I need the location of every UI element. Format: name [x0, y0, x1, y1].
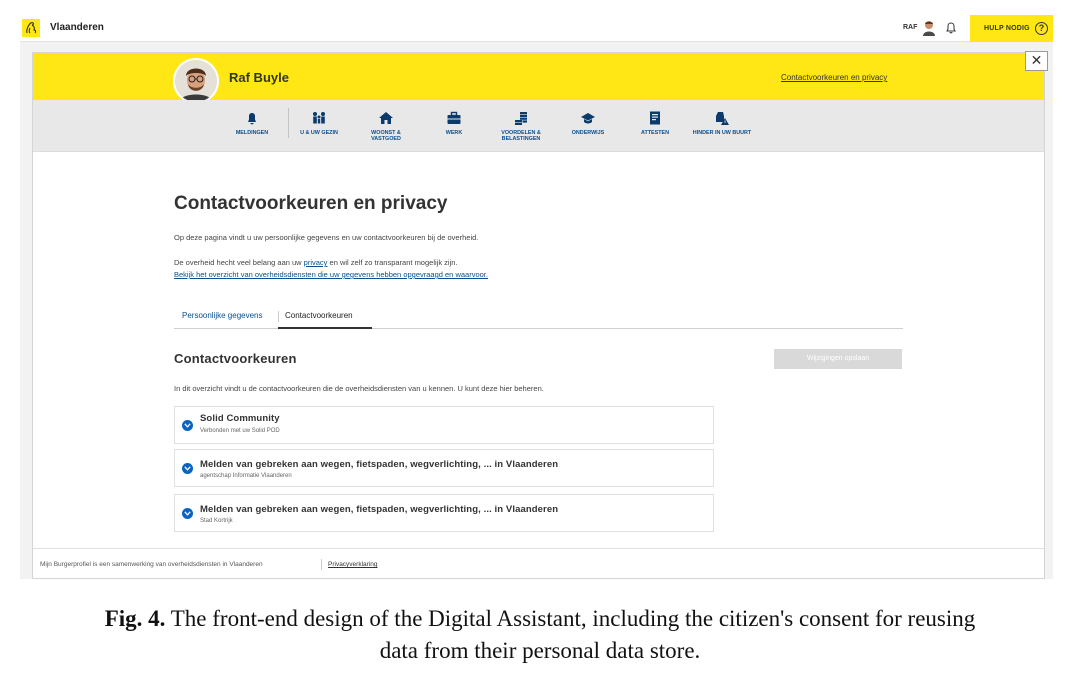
- nav-label: U & UW GEZIN: [300, 130, 338, 136]
- nav-item-werk[interactable]: WERK: [424, 110, 484, 136]
- intro-text: Op deze pagina vindt u uw persoonlijke g…: [174, 233, 479, 242]
- page-footer: Mijn Burgerprofiel is een samenwerking v…: [33, 548, 1044, 578]
- nav-item-gezin[interactable]: U & UW GEZIN: [289, 110, 349, 136]
- tab-bar: Persoonlijke gegevens Contactvoorkeuren: [174, 311, 903, 329]
- nav-item-onderwijs[interactable]: ONDERWIJS: [558, 110, 618, 136]
- category-nav: MELDINGEN U & UW GEZIN WOONST & VASTGOED: [33, 100, 1044, 152]
- preference-subtitle: agentschap Informatie Vlaanderen: [200, 473, 292, 479]
- car-warning-icon: [716, 112, 729, 125]
- nav-label: HINDER IN UW BUURT: [692, 130, 752, 136]
- tab-contact-preferences[interactable]: Contactvoorkeuren: [285, 311, 353, 320]
- section-title: Contactvoorkeuren: [174, 351, 297, 366]
- footer-separator: [321, 559, 322, 570]
- top-bar: Vlaanderen RAF HULP NODIG ?: [20, 15, 1053, 42]
- close-button[interactable]: ✕: [1025, 51, 1048, 71]
- nav-item-voordelen[interactable]: VOORDELEN & BELASTINGEN: [491, 110, 551, 142]
- certificate-icon: [650, 111, 660, 125]
- caption-text: The front-end design of the Digital Assi…: [165, 606, 976, 631]
- tab-separator: [278, 311, 279, 322]
- preference-subtitle: Verbonden met uw Solid POD: [200, 428, 280, 434]
- preference-title: Melden van gebreken aan wegen, fietspade…: [200, 459, 559, 470]
- flemish-lion-logo-icon[interactable]: [22, 19, 40, 37]
- tab-personal-data[interactable]: Persoonlijke gegevens: [182, 311, 263, 320]
- chevron-down-icon[interactable]: [182, 420, 193, 431]
- preference-title: Solid Community: [200, 413, 280, 424]
- nav-label: WOONST & VASTGOED: [371, 130, 401, 142]
- graduation-cap-icon: [581, 113, 595, 124]
- house-icon: [379, 112, 393, 124]
- profile-username: Raf Buyle: [229, 70, 289, 85]
- nav-item-woonst[interactable]: WOONST & VASTGOED: [356, 110, 416, 142]
- nav-label: WERK: [445, 130, 463, 136]
- nav-label: VOORDELEN & BELASTINGEN: [501, 130, 541, 142]
- nav-label: MELDINGEN: [235, 130, 269, 136]
- profile-header: Raf Buyle Contactvoorkeuren en privacy: [33, 53, 1044, 104]
- privacy-text-after: en wil zelf zo transparant mogelijk zijn…: [327, 258, 458, 267]
- user-avatar-icon[interactable]: [922, 20, 936, 36]
- preference-item[interactable]: Melden van gebreken aan wegen, fietspade…: [174, 449, 714, 487]
- chevron-down-icon[interactable]: [182, 508, 193, 519]
- close-icon: ✕: [1030, 52, 1043, 68]
- preference-item[interactable]: Melden van gebreken aan wegen, fietspade…: [174, 494, 714, 532]
- caption-label: Fig. 4.: [104, 606, 166, 631]
- footer-text: Mijn Burgerprofiel is een samenwerking v…: [40, 561, 263, 568]
- chevron-down-icon[interactable]: [182, 463, 193, 474]
- preference-item[interactable]: Solid Community Verbonden met uw Solid P…: [174, 406, 714, 444]
- contact-privacy-link[interactable]: Contactvoorkeuren en privacy: [781, 73, 887, 82]
- question-circle-icon: ?: [1035, 22, 1048, 35]
- bell-icon: [248, 113, 256, 125]
- help-label: HULP NODIG: [984, 25, 1030, 32]
- nav-label: ONDERWIJS: [571, 130, 605, 136]
- section-description: In dit overzicht vindt u de contactvoork…: [174, 384, 544, 393]
- profile-avatar: [173, 58, 219, 104]
- page-title: Contactvoorkeuren en privacy: [174, 193, 448, 214]
- brand-name[interactable]: Vlaanderen: [50, 22, 104, 33]
- save-changes-button[interactable]: Wijzigingen opslaan: [774, 349, 902, 369]
- privacy-statement-link[interactable]: Privacyverklaring: [328, 561, 378, 568]
- app-screenshot: Vlaanderen RAF HULP NODIG ? Raf Buyle Co…: [20, 15, 1053, 579]
- preference-subtitle: Stad Kortrijk: [200, 518, 233, 524]
- nav-label: ATTESTEN: [640, 130, 670, 136]
- help-button[interactable]: HULP NODIG ?: [970, 15, 1053, 42]
- nav-item-hinder[interactable]: HINDER IN UW BUURT: [692, 110, 752, 136]
- profile-panel: Raf Buyle Contactvoorkeuren en privacy M…: [32, 52, 1045, 579]
- preference-title: Melden van gebreken aan wegen, fietspade…: [200, 504, 559, 515]
- overview-link[interactable]: Bekijk het overzicht van overheidsdienst…: [174, 270, 488, 279]
- coins-icon: [515, 112, 527, 125]
- user-short-name[interactable]: RAF: [903, 24, 917, 31]
- caption-text-line2: data from their personal data store.: [379, 638, 701, 663]
- privacy-text-before: De overheid hecht veel belang aan uw: [174, 258, 304, 267]
- notification-bell-icon[interactable]: [945, 21, 957, 34]
- privacy-statement: De overheid hecht veel belang aan uw pri…: [174, 258, 458, 267]
- family-icon: [313, 112, 325, 124]
- figure-caption: Fig. 4. The front-end design of the Digi…: [0, 603, 1080, 667]
- nav-item-attesten[interactable]: ATTESTEN: [625, 110, 685, 136]
- active-tab-indicator: [278, 327, 372, 329]
- privacy-link[interactable]: privacy: [304, 258, 328, 267]
- nav-item-meldingen[interactable]: MELDINGEN: [222, 110, 282, 136]
- briefcase-icon: [447, 111, 461, 124]
